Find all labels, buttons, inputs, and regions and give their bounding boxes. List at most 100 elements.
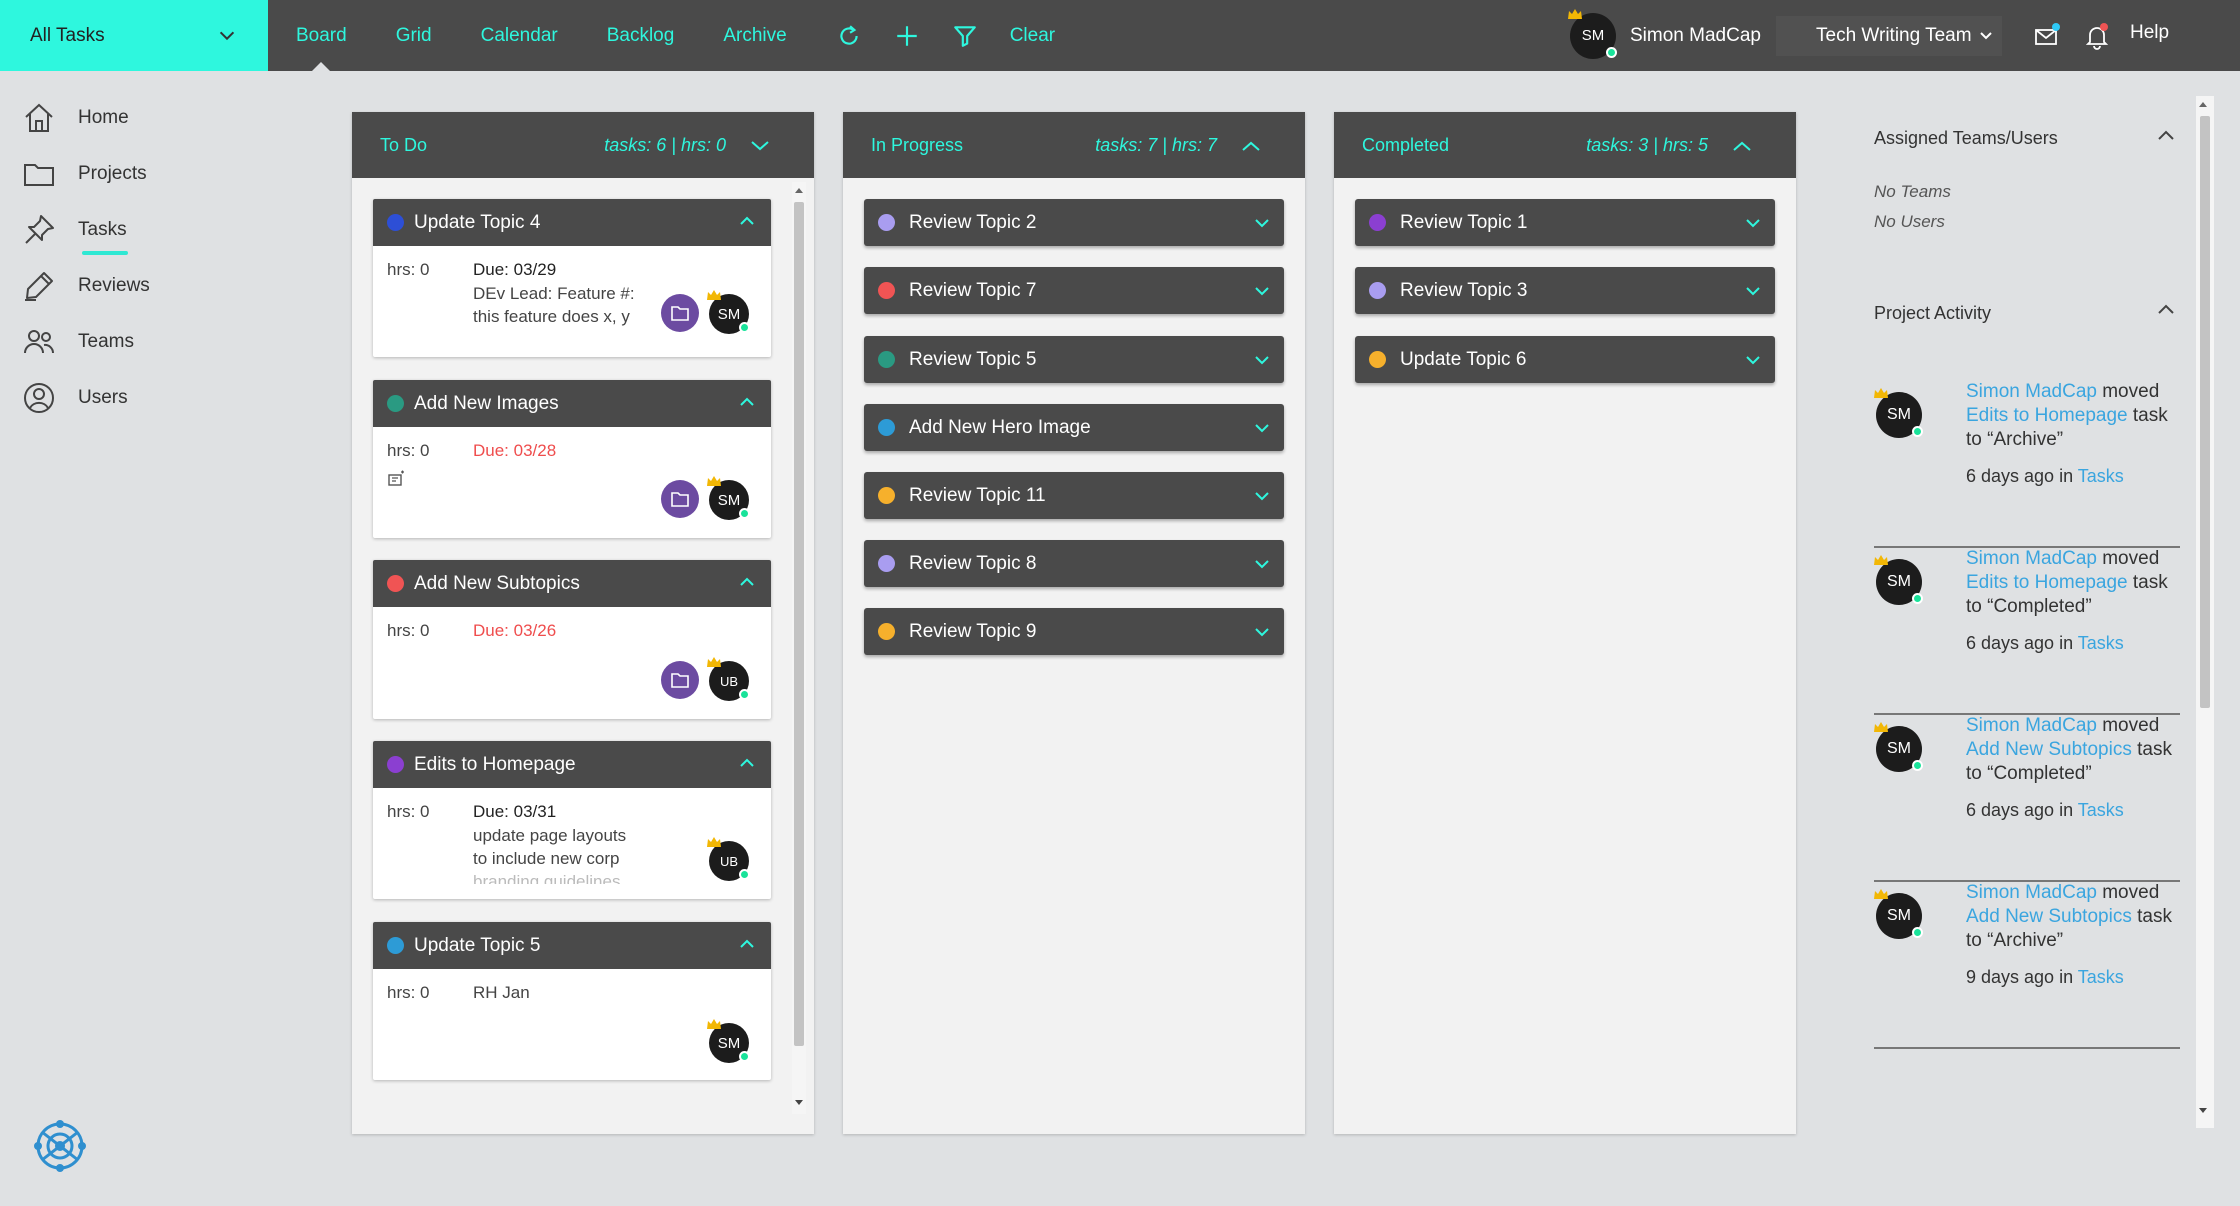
chevron-down-icon[interactable] (1743, 213, 1763, 233)
activity-user-link[interactable]: Simon MadCap (1966, 882, 2097, 903)
avatar[interactable]: UB (707, 657, 750, 701)
add-icon[interactable] (894, 23, 920, 49)
sidebar-item-projects[interactable]: Projects (22, 157, 147, 191)
chevron-down-icon[interactable] (748, 134, 772, 158)
chevron-down-icon[interactable] (1252, 350, 1272, 370)
sidebar-item-home[interactable]: Home (22, 101, 129, 135)
avatar[interactable]: SM (1568, 8, 1617, 59)
task-item[interactable]: Review Topic 7 (864, 267, 1284, 314)
activity-item: SM Simon MadCap moved Add New Subtopics … (1874, 881, 2180, 1049)
task-item[interactable]: Review Topic 1 (1355, 199, 1775, 246)
avatar[interactable]: UB (707, 837, 750, 881)
help-link[interactable]: Help (2130, 22, 2169, 44)
task-item[interactable]: Review Topic 3 (1355, 267, 1775, 314)
avatar[interactable]: SM (707, 476, 750, 520)
scroll-up-arrow[interactable] (795, 188, 803, 193)
view-selector[interactable]: All Tasks (0, 0, 268, 71)
current-user[interactable]: SM Simon MadCap (1568, 0, 1761, 71)
activity-task-link[interactable]: Add New Subtopics (1966, 906, 2132, 927)
chevron-up-icon[interactable] (737, 392, 757, 412)
chevron-up-icon[interactable] (2154, 298, 2178, 322)
task-card-body: hrs: 0 Due: 03/28 SM (373, 427, 771, 538)
filter-icon[interactable] (952, 23, 978, 49)
chevron-up-icon[interactable] (1730, 134, 1754, 158)
sidebar-item-tasks[interactable]: Tasks (22, 213, 127, 247)
activity-meta: 6 days ago in Tasks (1966, 466, 2124, 487)
task-card-header[interactable]: Edits to Homepage (373, 741, 771, 788)
task-card[interactable]: Update Topic 5 hrs: 0 RH Jan SM (373, 922, 771, 1080)
refresh-icon[interactable] (836, 23, 862, 49)
task-card-header[interactable]: Add New Subtopics (373, 560, 771, 607)
chevron-up-icon[interactable] (737, 211, 757, 231)
activity-user-link[interactable]: Simon MadCap (1966, 381, 2097, 402)
activity-location-link[interactable]: Tasks (2078, 800, 2124, 820)
task-card-header[interactable]: Update Topic 5 (373, 922, 771, 969)
activity-task-link[interactable]: Edits to Homepage (1966, 405, 2128, 426)
tab-board[interactable]: Board (296, 0, 347, 71)
activity-task-link[interactable]: Edits to Homepage (1966, 572, 2128, 593)
avatar[interactable]: SM (1874, 722, 1923, 772)
scroll-down-arrow[interactable] (795, 1100, 803, 1105)
task-card[interactable]: Edits to Homepage hrs: 0 Due: 03/31 upda… (373, 741, 771, 899)
chevron-down-icon[interactable] (1252, 281, 1272, 301)
activity-location-link[interactable]: Tasks (2078, 466, 2124, 486)
chevron-down-icon[interactable] (1743, 350, 1763, 370)
tab-backlog[interactable]: Backlog (607, 0, 675, 71)
sidebar-item-users[interactable]: Users (22, 381, 128, 415)
scroll-down-arrow[interactable] (2199, 1108, 2207, 1113)
sidebar-item-reviews[interactable]: Reviews (22, 269, 150, 303)
avatar[interactable]: SM (1874, 889, 1923, 939)
avatar[interactable]: SM (1874, 555, 1923, 605)
activity-user-link[interactable]: Simon MadCap (1966, 548, 2097, 569)
chevron-up-icon[interactable] (737, 572, 757, 592)
task-item[interactable]: Review Topic 8 (864, 540, 1284, 587)
avatar[interactable]: SM (1874, 388, 1923, 438)
right-panel-scrollbar[interactable] (2196, 96, 2214, 1128)
task-item[interactable]: Review Topic 9 (864, 608, 1284, 655)
task-card[interactable]: Add New Subtopics hrs: 0 Due: 03/26 UB (373, 560, 771, 719)
column-scrollbar[interactable] (792, 182, 806, 1114)
task-item[interactable]: Update Topic 6 (1355, 336, 1775, 383)
mail-icon[interactable] (2033, 22, 2061, 50)
chevron-down-icon[interactable] (1252, 486, 1272, 506)
tab-calendar[interactable]: Calendar (481, 0, 558, 71)
clear-filter-button[interactable]: Clear (1010, 25, 1055, 47)
chevron-down-icon[interactable] (1743, 281, 1763, 301)
tab-archive[interactable]: Archive (723, 0, 786, 71)
task-item[interactable]: Review Topic 2 (864, 199, 1284, 246)
task-color-dot (878, 623, 895, 640)
activity-user-link[interactable]: Simon MadCap (1966, 715, 2097, 736)
chevron-up-icon[interactable] (737, 934, 757, 954)
task-item[interactable]: Add New Hero Image (864, 404, 1284, 451)
open-folder-button[interactable] (661, 661, 699, 699)
task-card[interactable]: Add New Images hrs: 0 Due: 03/28 SM (373, 380, 771, 538)
activity-location-link[interactable]: Tasks (2078, 967, 2124, 987)
bell-icon[interactable] (2083, 22, 2111, 50)
scroll-thumb[interactable] (794, 202, 804, 1046)
chevron-down-icon[interactable] (1252, 622, 1272, 642)
activity-task-link[interactable]: Add New Subtopics (1966, 739, 2132, 760)
attachment-icon[interactable] (387, 469, 407, 489)
chevron-up-icon[interactable] (1239, 134, 1263, 158)
task-card-header[interactable]: Update Topic 4 (373, 199, 771, 246)
task-card-header[interactable]: Add New Images (373, 380, 771, 427)
chevron-up-icon[interactable] (737, 753, 757, 773)
open-folder-button[interactable] (661, 294, 699, 332)
task-item[interactable]: Review Topic 11 (864, 472, 1284, 519)
chevron-down-icon[interactable] (1252, 213, 1272, 233)
scroll-up-arrow[interactable] (2199, 102, 2207, 107)
tab-grid[interactable]: Grid (396, 0, 432, 71)
task-card[interactable]: Update Topic 4 hrs: 0 Due: 03/29 DEv Lea… (373, 199, 771, 357)
scroll-thumb[interactable] (2200, 116, 2210, 708)
team-selector[interactable]: Tech Writing Team (1776, 16, 2002, 56)
chevron-down-icon[interactable] (1252, 418, 1272, 438)
avatar[interactable]: SM (707, 290, 750, 334)
open-folder-button[interactable] (661, 480, 699, 518)
avatar[interactable]: SM (707, 1019, 750, 1063)
activity-meta: 6 days ago in Tasks (1966, 800, 2124, 821)
chevron-up-icon[interactable] (2154, 124, 2178, 148)
chevron-down-icon[interactable] (1252, 554, 1272, 574)
task-item[interactable]: Review Topic 5 (864, 336, 1284, 383)
activity-location-link[interactable]: Tasks (2078, 633, 2124, 653)
sidebar-item-teams[interactable]: Teams (22, 325, 134, 359)
